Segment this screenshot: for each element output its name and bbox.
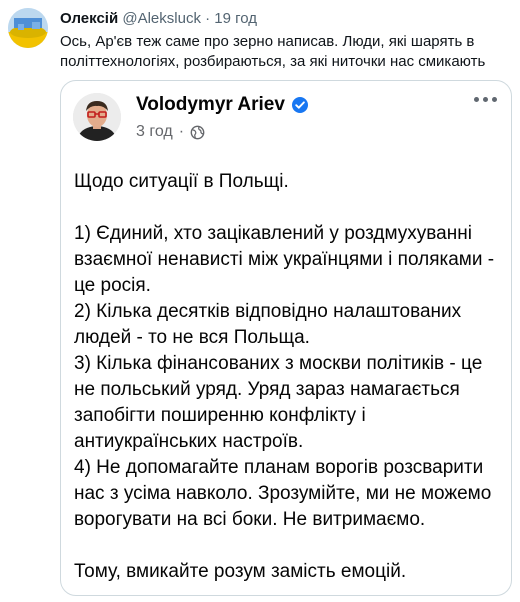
post-paragraph: Щодо ситуації в Польщі.: [74, 171, 289, 192]
tweet-timestamp[interactable]: 19 год: [214, 10, 257, 27]
post-paragraph: 2) Кілька десятків відповідно налаштован…: [74, 301, 462, 348]
post-author-avatar[interactable]: [73, 93, 121, 141]
author-handle[interactable]: @Aleksluck: [122, 10, 201, 27]
author-avatar[interactable]: [8, 8, 48, 48]
post-paragraph: 4) Не допомагайте планам ворогів розсвар…: [74, 457, 492, 530]
post-timestamp[interactable]: 3 год: [136, 123, 173, 141]
post-body: Щодо ситуації в Польщі. 1) Єдиний, хто з…: [74, 169, 499, 585]
author-name[interactable]: Олексій: [60, 10, 118, 27]
more-options-icon[interactable]: [474, 97, 497, 102]
more-dot: [483, 97, 488, 102]
avatar-image: [8, 8, 48, 48]
post-meta: 3 год ·: [136, 123, 205, 141]
post-paragraph: 3) Кілька фінансованих з москви політикі…: [74, 353, 483, 452]
post-meta-separator: ·: [178, 123, 185, 140]
post-paragraph: 1) Єдиний, хто зацікавлений у роздмухува…: [74, 223, 495, 296]
globe-icon: [190, 125, 205, 139]
tweet-header: Олексій @Aleksluck · 19 год: [60, 9, 257, 29]
verified-badge-icon: [291, 97, 308, 113]
more-dot: [474, 97, 479, 102]
post-author-row: Volodymyr Ariev: [136, 94, 309, 116]
tweet-text: Ось, Ар'єв теж саме про зерно написав. Л…: [60, 33, 486, 70]
post-avatar-image: [73, 93, 121, 141]
post-paragraph: Тому, вмикайте розум замість емоцій.: [74, 561, 407, 582]
separator: ·: [205, 10, 211, 27]
more-dot: [492, 97, 497, 102]
embedded-post-card[interactable]: Volodymyr Ariev 3 год · Щодо ситуації в …: [60, 80, 512, 596]
post-author-name[interactable]: Volodymyr Ariev: [136, 94, 285, 116]
